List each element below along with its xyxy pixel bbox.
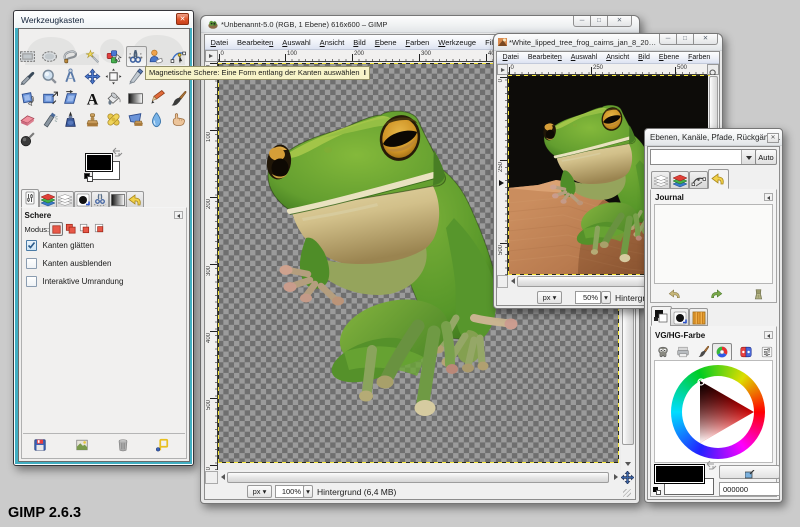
svg-text:A: A <box>86 92 98 108</box>
